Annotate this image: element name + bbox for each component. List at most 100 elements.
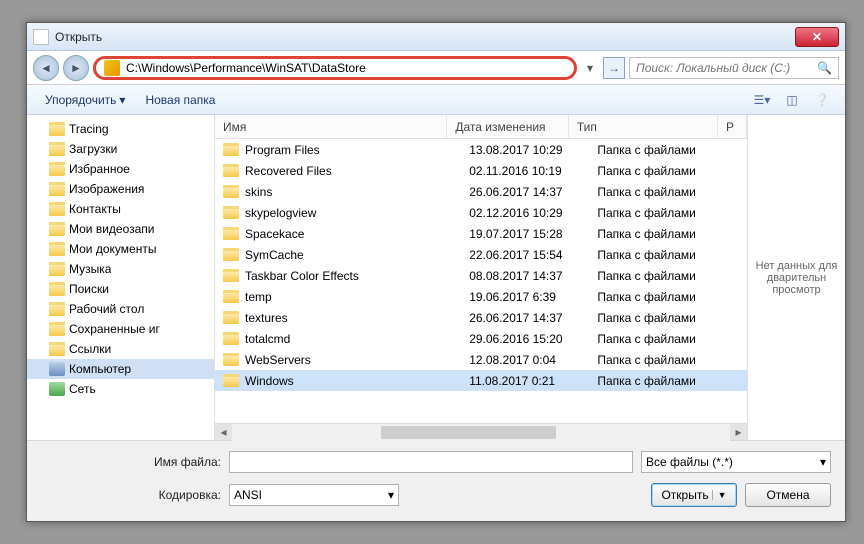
navigation-bar: ◄ ► C:\Windows\Performance\WinSAT\DataSt… (27, 51, 845, 85)
file-name: temp (245, 290, 272, 304)
computer-icon (49, 362, 65, 376)
file-row[interactable]: SymCache22.06.2017 15:54Папка с файлами (215, 244, 747, 265)
close-button[interactable]: ✕ (795, 27, 839, 47)
tree-item[interactable]: Ссылки (27, 339, 214, 359)
chevron-down-icon: ▾ (820, 455, 826, 469)
tree-item[interactable]: Контакты (27, 199, 214, 219)
cancel-button[interactable]: Отмена (745, 483, 831, 507)
file-row[interactable]: skins26.06.2017 14:37Папка с файлами (215, 181, 747, 202)
body: TracingЗагрузки Избранное Изображения Конта… (27, 115, 845, 440)
folder-icon (49, 322, 65, 336)
forward-button[interactable]: ► (63, 55, 89, 81)
file-type-filter[interactable]: Все файлы (*.*)▾ (641, 451, 831, 473)
chevron-down-icon: ▾ (388, 488, 394, 502)
folder-icon (223, 374, 239, 387)
folder-icon (49, 262, 65, 276)
encoding-label: Кодировка: (41, 488, 221, 502)
file-row[interactable]: Spacekace19.07.2017 15:28Папка с файлами (215, 223, 747, 244)
column-headers: Имя Дата изменения Тип Р (215, 115, 747, 139)
preview-pane-button[interactable]: ◫ (779, 89, 805, 111)
folder-icon (49, 162, 65, 176)
file-type: Папка с файлами (589, 143, 747, 157)
view-options-button[interactable]: ☰▾ (749, 89, 775, 111)
file-row[interactable]: Windows11.08.2017 0:21Папка с файлами (215, 370, 747, 391)
app-icon (33, 29, 49, 45)
refresh-button[interactable]: → (603, 57, 625, 79)
file-row[interactable]: temp19.06.2017 6:39Папка с файлами (215, 286, 747, 307)
folder-icon (223, 290, 239, 303)
scroll-left-button[interactable]: ◂ (215, 424, 232, 441)
folder-tree[interactable]: TracingЗагрузки Избранное Изображения Конта… (27, 115, 215, 440)
address-dropdown[interactable]: ▾ (581, 57, 599, 79)
open-button[interactable]: Открыть ▼ (651, 483, 737, 507)
folder-icon (49, 282, 65, 296)
file-date: 26.06.2017 14:37 (461, 185, 589, 199)
file-name: SymCache (245, 248, 304, 262)
file-row[interactable]: Taskbar Color Effects08.08.2017 14:37Пап… (215, 265, 747, 286)
scroll-right-button[interactable]: ▸ (730, 424, 747, 441)
file-date: 08.08.2017 14:37 (461, 269, 589, 283)
tree-item[interactable]: Мои видеозапи (27, 219, 214, 239)
tree-item[interactable]: Рабочий стол (27, 299, 214, 319)
tree-item[interactable]: Поиски (27, 279, 214, 299)
file-row[interactable]: textures26.06.2017 14:37Папка с файлами (215, 307, 747, 328)
scroll-thumb[interactable] (381, 426, 555, 439)
folder-icon (49, 242, 65, 256)
tree-item-label: Компьютер (69, 362, 131, 376)
help-button[interactable]: ❔ (809, 89, 835, 111)
tree-item[interactable]: Избранное (27, 159, 214, 179)
encoding-select[interactable]: ANSI ▾ (229, 484, 399, 506)
file-type: Папка с файлами (589, 332, 747, 346)
horizontal-scrollbar[interactable]: ◂ ▸ (215, 423, 747, 440)
tree-item[interactable]: Мои документы (27, 239, 214, 259)
network-icon (49, 382, 65, 396)
folder-icon (223, 206, 239, 219)
col-type[interactable]: Тип (569, 115, 718, 138)
col-size[interactable]: Р (718, 115, 747, 138)
tree-item-label: Избранное (69, 162, 130, 176)
tree-item[interactable]: Музыка (27, 259, 214, 279)
tree-item-label: Контакты (69, 202, 121, 216)
titlebar: Открыть ✕ (27, 23, 845, 51)
folder-icon (223, 185, 239, 198)
file-row[interactable]: skypelogview02.12.2016 10:29Папка с файл… (215, 202, 747, 223)
file-row[interactable]: WebServers12.08.2017 0:04Папка с файлами (215, 349, 747, 370)
file-date: 02.12.2016 10:29 (461, 206, 589, 220)
filename-input[interactable] (229, 451, 633, 473)
folder-icon (223, 353, 239, 366)
back-button[interactable]: ◄ (33, 55, 59, 81)
col-date[interactable]: Дата изменения (447, 115, 568, 138)
file-row[interactable]: totalcmd29.06.2016 15:20Папка с файлами (215, 328, 747, 349)
new-folder-button[interactable]: Новая папка (137, 89, 223, 111)
file-name: Windows (245, 374, 294, 388)
filename-label: Имя файла: (41, 455, 221, 469)
folder-icon (223, 311, 239, 324)
file-row[interactable]: Recovered Files02.11.2016 10:19Папка с ф… (215, 160, 747, 181)
file-name: skins (245, 185, 272, 199)
tree-item[interactable]: Изображения (27, 179, 214, 199)
open-file-dialog: Открыть ✕ ◄ ► C:\Windows\Performance\Win… (26, 22, 846, 522)
file-row[interactable]: Program Files13.08.2017 10:29Папка с фай… (215, 139, 747, 160)
file-rows[interactable]: Program Files13.08.2017 10:29Папка с фай… (215, 139, 747, 423)
folder-icon (49, 202, 65, 216)
folder-icon (223, 269, 239, 282)
tree-item[interactable]: Компьютер (27, 359, 214, 379)
encoding-value: ANSI (234, 488, 262, 502)
tree-item[interactable]: Сохраненные иг (27, 319, 214, 339)
search-box[interactable]: 🔍 (629, 57, 839, 79)
folder-icon (49, 122, 65, 136)
tree-item[interactable]: Загрузки (27, 139, 214, 159)
search-input[interactable] (636, 61, 817, 75)
scroll-track[interactable] (232, 424, 730, 441)
file-date: 13.08.2017 10:29 (461, 143, 589, 157)
col-name[interactable]: Имя (215, 115, 447, 138)
file-type: Папка с файлами (589, 311, 747, 325)
tree-item[interactable]: Сеть (27, 379, 214, 399)
file-type: Папка с файлами (589, 269, 747, 283)
organize-button[interactable]: Упорядочить ▾ (37, 89, 133, 111)
tree-item[interactable]: Tracing (27, 119, 214, 139)
tree-item-label: Ссылки (69, 342, 111, 356)
preview-pane: Нет данных для дварительн просмотр (747, 115, 845, 440)
address-bar[interactable]: C:\Windows\Performance\WinSAT\DataStore (93, 56, 577, 80)
folder-icon (223, 332, 239, 345)
